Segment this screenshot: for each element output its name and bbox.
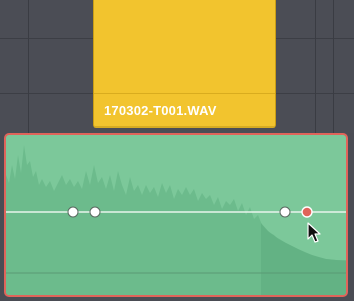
waveform — [6, 145, 346, 295]
grid-line — [315, 0, 316, 135]
volume-keyframe[interactable] — [89, 206, 101, 218]
volume-keyframe[interactable] — [279, 206, 291, 218]
arrow-pointer-icon — [307, 222, 321, 243]
clip-name-label: 170302-T001.WAV — [104, 103, 217, 118]
clip-name-divider — [94, 93, 275, 94]
volume-keyframe[interactable] — [67, 206, 79, 218]
grid-line — [333, 0, 334, 135]
track-edge — [348, 133, 354, 301]
waveform-tail-shade — [261, 223, 346, 295]
grid-line — [28, 0, 29, 135]
audio-clip-upper[interactable]: 170302-T001.WAV — [93, 0, 276, 128]
volume-keyframe-selected[interactable] — [301, 206, 313, 218]
audio-clip-selected[interactable] — [4, 133, 348, 297]
track-bottom-edge — [0, 297, 354, 301]
